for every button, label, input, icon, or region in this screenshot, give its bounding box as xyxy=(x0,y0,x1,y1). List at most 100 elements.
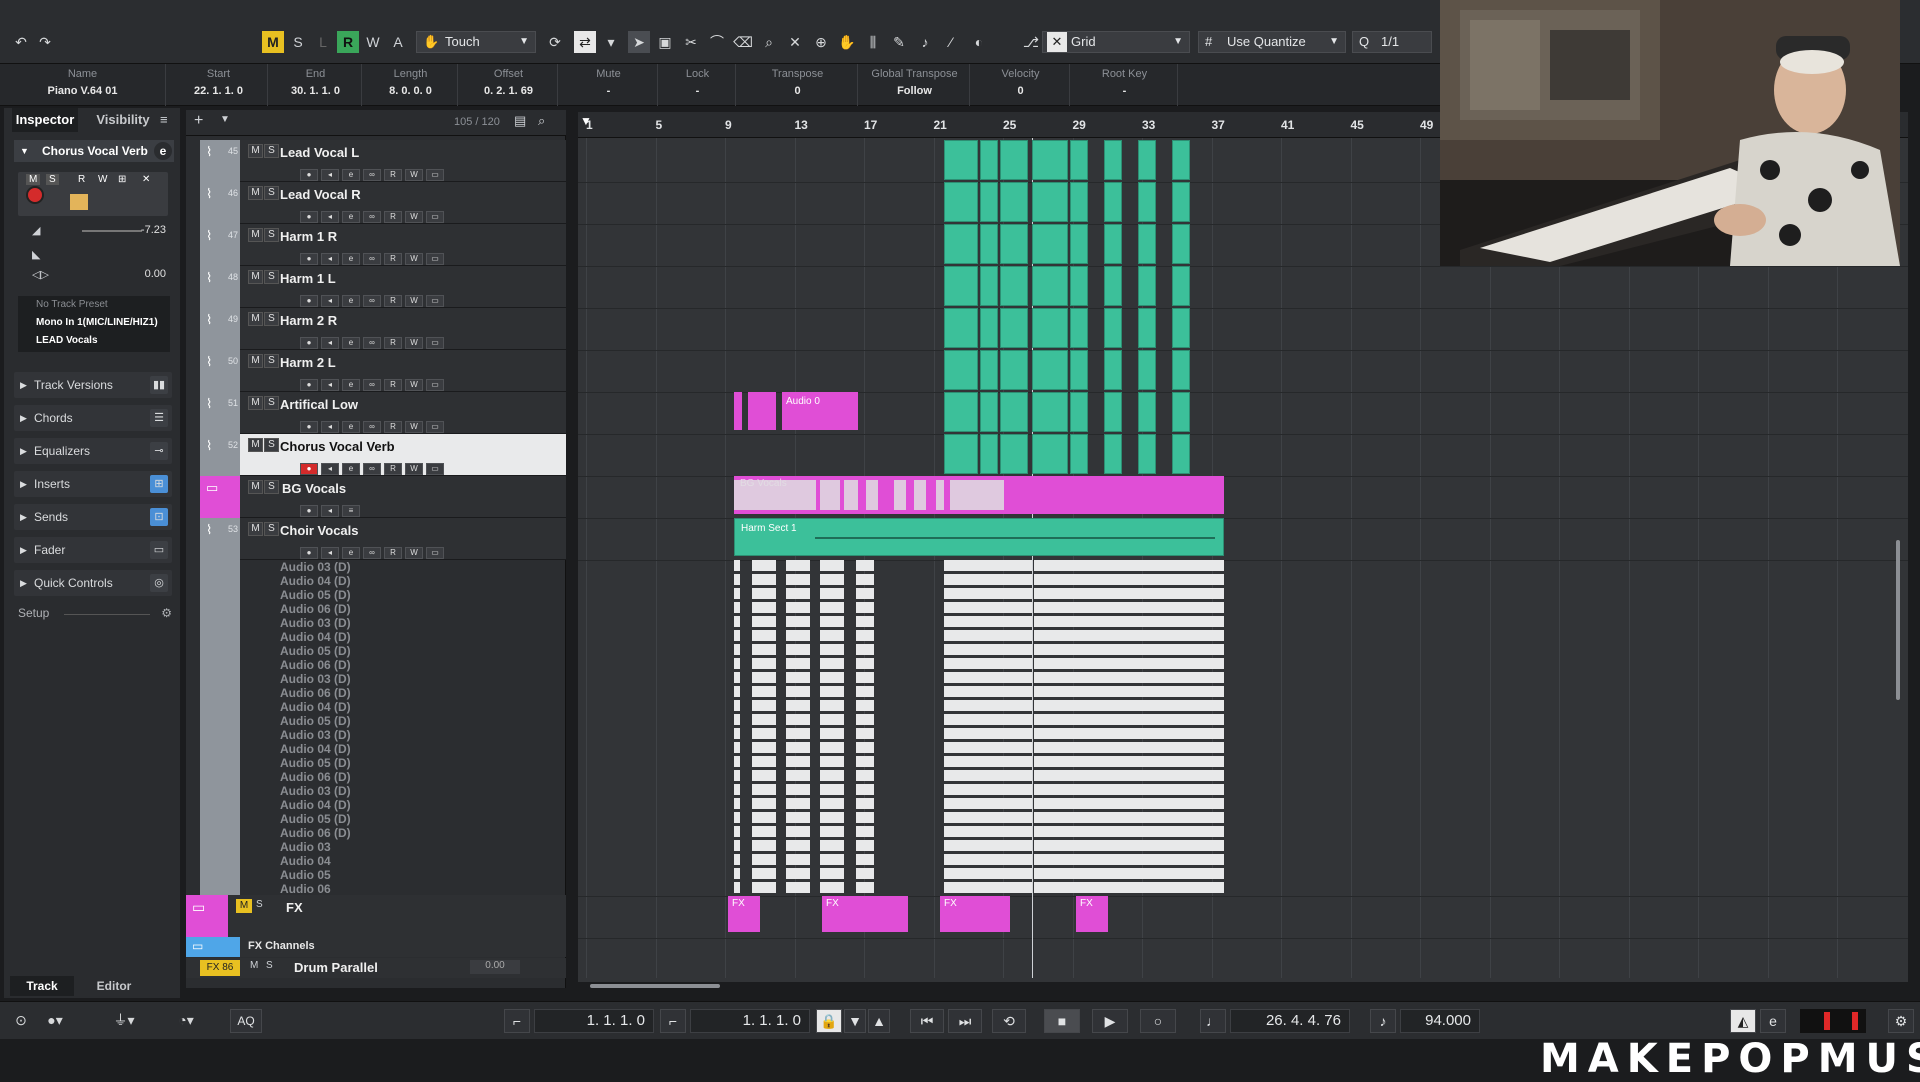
subtrack-clip[interactable] xyxy=(820,574,844,585)
solo-button[interactable]: S xyxy=(264,270,279,284)
mute-icon[interactable]: M xyxy=(26,174,41,185)
track-chorus-vocal-verb[interactable]: ⌇ 52 M S Chorus Vocal Verb ● ◂ e ∞ R W ▭ xyxy=(200,434,566,476)
audio-clip[interactable] xyxy=(1104,140,1122,180)
subtrack-clip[interactable] xyxy=(856,658,874,669)
record-icon[interactable]: ● xyxy=(300,337,318,349)
subtrack-clip[interactable] xyxy=(820,854,844,865)
subtrack-row[interactable]: Audio 06 (D) xyxy=(200,658,566,672)
edit-icon[interactable]: e xyxy=(342,421,360,433)
subtrack-clip[interactable] xyxy=(820,826,844,837)
link-icon[interactable]: ∞ xyxy=(363,463,381,475)
subtrack-clip[interactable] xyxy=(820,560,844,571)
audio-clip[interactable] xyxy=(1138,182,1156,222)
subtrack-clip[interactable] xyxy=(786,756,810,767)
subtrack-clip[interactable] xyxy=(944,770,1032,781)
subtrack-clip[interactable] xyxy=(752,742,776,753)
read-icon[interactable]: R xyxy=(384,379,402,391)
left-locator-field[interactable]: 1. 1. 1. 0 xyxy=(534,1009,654,1033)
info-length[interactable]: Length 8. 0. 0. 0 xyxy=(364,64,458,106)
subtrack-clip[interactable] xyxy=(752,770,776,781)
write-icon[interactable]: W xyxy=(405,295,423,307)
solo-button[interactable]: S xyxy=(264,438,279,452)
snap-icon[interactable]: ⎇ xyxy=(1020,31,1042,53)
subtrack-clip[interactable] xyxy=(820,742,844,753)
record-button[interactable]: ○ xyxy=(1140,1009,1176,1033)
subtrack-clip[interactable] xyxy=(752,714,776,725)
subtrack-row[interactable]: Audio 06 (D) xyxy=(200,770,566,784)
tab-track[interactable]: Track xyxy=(10,976,74,996)
tempo-field[interactable]: 94.000 xyxy=(1400,1009,1480,1033)
subtrack-clip[interactable] xyxy=(752,686,776,697)
link-icon[interactable]: ∞ xyxy=(363,421,381,433)
inspector-track-name[interactable]: ▼ Chorus Vocal Verb e xyxy=(14,140,174,162)
write-button[interactable]: W xyxy=(362,31,384,53)
search-icon[interactable]: ⌕ xyxy=(538,113,545,129)
subtrack-clip[interactable] xyxy=(1034,602,1224,613)
subtrack-row[interactable]: Audio 06 xyxy=(200,882,566,896)
monitor-icon[interactable]: ◂ xyxy=(321,211,339,223)
solo-icon[interactable]: S xyxy=(46,174,59,185)
section-fader[interactable]: ▶ Fader ▭ xyxy=(14,537,172,563)
track-lead-vocal-l[interactable]: ⌇ 45 M S Lead Vocal L ● ◂ e ∞ R W ▭ xyxy=(200,140,566,182)
undo-icon[interactable]: ↶ xyxy=(10,31,32,53)
solo-button[interactable]: S xyxy=(256,899,263,910)
subtrack-clip[interactable] xyxy=(820,728,844,739)
section-chords[interactable]: ▶ Chords ☰ xyxy=(14,405,172,431)
subtrack-clip[interactable] xyxy=(820,868,844,879)
subtrack-clip[interactable] xyxy=(786,588,810,599)
audio-clip[interactable]: Audio 0 xyxy=(782,392,858,430)
section-quick-controls[interactable]: ▶ Quick Controls ◎ xyxy=(14,570,172,596)
subtrack-clip[interactable] xyxy=(820,700,844,711)
audio-clip[interactable] xyxy=(1138,224,1156,264)
lanes-icon[interactable]: ▭ xyxy=(426,169,444,181)
audio-clip[interactable] xyxy=(980,392,998,432)
track-harm-2-l[interactable]: ⌇ 50 M S Harm 2 L ● ◂ e ∞ R W ▭ xyxy=(200,350,566,392)
audio-clip[interactable] xyxy=(1172,140,1190,180)
audio-clip[interactable] xyxy=(1070,434,1088,474)
info-start[interactable]: Start 22. 1. 1. 0 xyxy=(170,64,268,106)
link-icon[interactable]: ∞ xyxy=(363,337,381,349)
subtrack-clip[interactable] xyxy=(752,560,776,571)
subtrack-clip[interactable] xyxy=(820,840,844,851)
subtrack-row[interactable]: Audio 03 (D) xyxy=(200,560,566,574)
lanes-icon[interactable]: ▭ xyxy=(426,547,444,559)
subtrack-row[interactable]: Audio 05 (D) xyxy=(200,588,566,602)
subtrack-clip[interactable] xyxy=(944,686,1032,697)
subtrack-clip[interactable] xyxy=(786,826,810,837)
position-field[interactable]: 26. 4. 4. 76 xyxy=(1230,1009,1350,1033)
read-icon[interactable]: R xyxy=(384,211,402,223)
subtrack-clip[interactable] xyxy=(1034,882,1224,893)
subtrack-clip[interactable] xyxy=(786,840,810,851)
info-name[interactable]: Name Piano V.64 01 xyxy=(0,64,166,106)
audio-clip[interactable] xyxy=(944,434,978,474)
audio-clip[interactable] xyxy=(1138,434,1156,474)
write-icon[interactable]: W xyxy=(405,337,423,349)
subtrack-clip[interactable] xyxy=(944,560,1032,571)
subtrack-clip[interactable] xyxy=(856,588,874,599)
subtrack-clip[interactable] xyxy=(786,602,810,613)
right-locator-icon[interactable]: ⌐ xyxy=(660,1009,686,1033)
info-end[interactable]: End 30. 1. 1. 0 xyxy=(270,64,362,106)
subtrack-clip[interactable] xyxy=(856,770,874,781)
subtrack-clip[interactable] xyxy=(786,770,810,781)
solo-button[interactable]: S xyxy=(287,31,309,53)
subtrack-clip[interactable] xyxy=(856,784,874,795)
record-icon[interactable]: ● xyxy=(300,211,318,223)
subtrack-clip[interactable] xyxy=(734,560,740,571)
edit-icon[interactable]: e xyxy=(342,295,360,307)
subtrack-clip[interactable] xyxy=(734,756,740,767)
fx-channels-folder[interactable]: ▭ FX Channels xyxy=(186,937,566,957)
subtrack-clip[interactable] xyxy=(1034,826,1224,837)
solo-button[interactable]: S xyxy=(264,228,279,242)
subtrack-clip[interactable] xyxy=(734,854,740,865)
hand-icon[interactable]: ✋ xyxy=(836,31,858,53)
subtrack-clip[interactable] xyxy=(944,658,1032,669)
quantize-value-field[interactable]: Q 1/1 xyxy=(1352,31,1432,53)
subtrack-clip[interactable] xyxy=(786,630,810,641)
subtrack-clip[interactable] xyxy=(734,574,740,585)
subtrack-clip[interactable] xyxy=(944,672,1032,683)
audio-clip[interactable] xyxy=(980,182,998,222)
subtrack-clip[interactable] xyxy=(856,854,874,865)
subtrack-clip[interactable] xyxy=(734,658,740,669)
subtrack-clip[interactable] xyxy=(856,686,874,697)
